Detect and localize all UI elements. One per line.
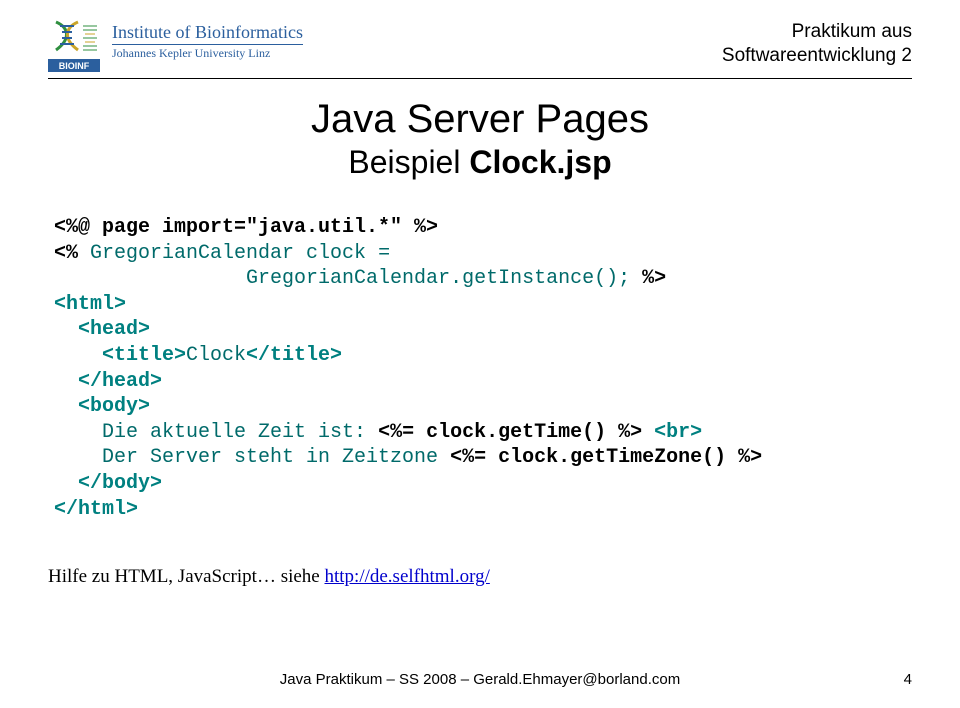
hint-link[interactable]: http://de.selfhtml.org/ [324,566,489,587]
title-sub: Beispiel Clock.jsp [48,144,912,181]
code-l4: <html> [54,293,126,316]
hint-text: Hilfe zu HTML, JavaScript… siehe [48,566,324,587]
code-l3: GregorianCalendar.getInstance(); [54,267,630,290]
page-number: 4 [882,671,912,688]
course-title-block: Praktikum aus Softwareentwicklung 2 [722,20,912,68]
code-l6a: <title> [54,344,186,367]
slide-header: BIOINF Institut [48,20,912,79]
code-l1: <%@ page import="java.util.*" %> [54,216,438,239]
title-sub-bold: Clock.jsp [469,144,611,180]
code-l9b: <%= clock.getTime() %> [378,421,642,444]
slide-footer: Java Praktikum – SS 2008 – Gerald.Ehmaye… [48,671,912,688]
hint-line: Hilfe zu HTML, JavaScript… siehe http://… [48,566,912,588]
code-l9c: <br> [642,421,702,444]
footer-text: Java Praktikum – SS 2008 – Gerald.Ehmaye… [48,671,882,688]
code-l3b: %> [630,267,666,290]
bioinf-logo: BIOINF [48,20,100,72]
course-line1: Praktikum aus [722,20,912,44]
code-l2b: GregorianCalendar clock = [90,242,390,265]
code-l9a: Die aktuelle Zeit ist: [54,421,378,444]
code-l6b: Clock [186,344,246,367]
slide-title: Java Server Pages Beispiel Clock.jsp [48,97,912,181]
code-l11: </body> [54,472,162,495]
title-main: Java Server Pages [48,97,912,142]
logo-block: BIOINF Institut [48,20,303,72]
code-l5: <head> [54,318,150,341]
code-l12: </html> [54,498,138,521]
institute-block: Institute of Bioinformatics Johannes Kep… [112,20,303,61]
code-l10a: Der Server steht in Zeitzone [54,446,450,469]
logo-label-text: BIOINF [59,61,90,71]
dna-icon: BIOINF [48,20,100,72]
code-l10b: <%= clock.getTimeZone() %> [450,446,762,469]
code-listing: <%@ page import="java.util.*" %> <% Greg… [54,215,912,522]
code-l6c: </title> [246,344,342,367]
title-sub-prefix: Beispiel [348,144,469,180]
institute-line1: Institute of Bioinformatics [112,22,303,45]
code-l2a: <% [54,242,90,265]
course-line2: Softwareentwicklung 2 [722,44,912,68]
institute-line2: Johannes Kepler University Linz [112,45,303,61]
code-l7: </head> [54,370,162,393]
code-l8: <body> [54,395,150,418]
